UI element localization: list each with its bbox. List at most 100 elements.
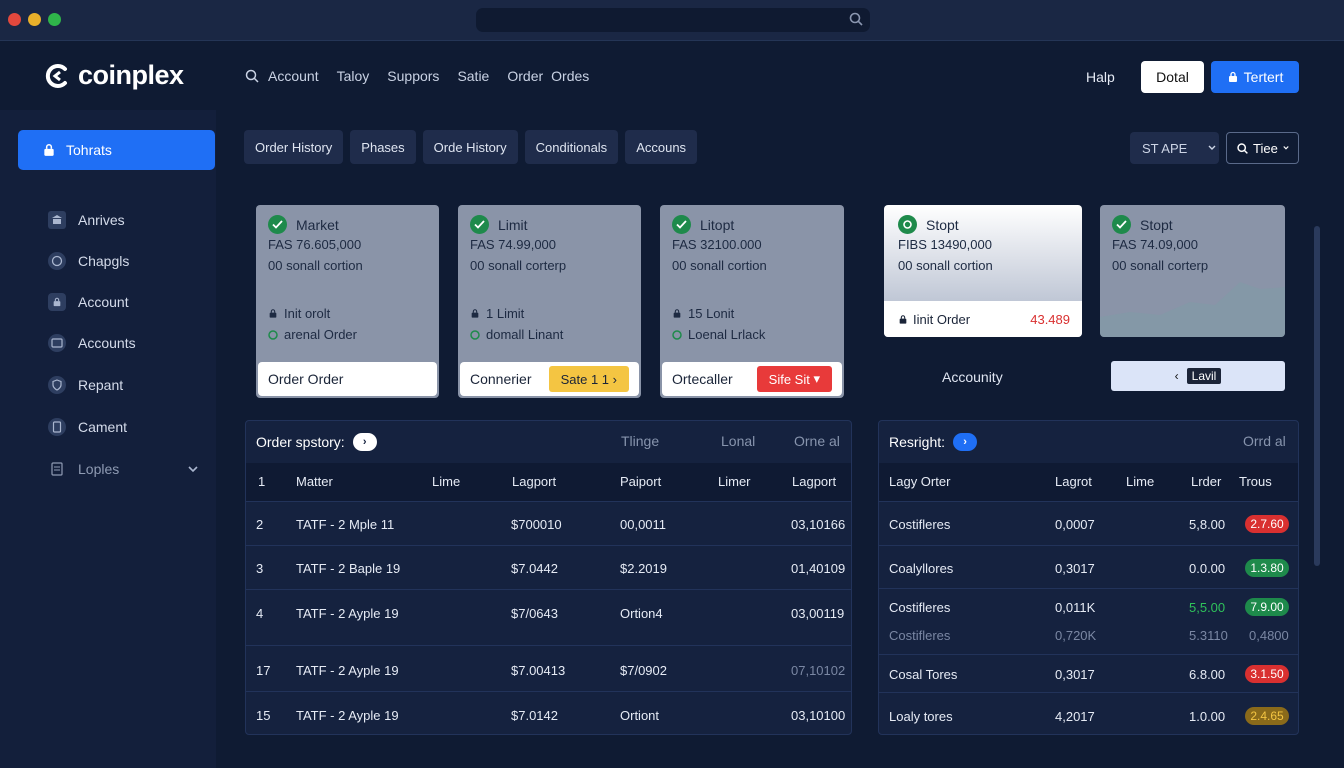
- accountly-label: Accounity: [942, 369, 1003, 385]
- window-titlebar: [0, 0, 1344, 41]
- chevron-down-icon[interactable]: [187, 464, 199, 474]
- limit-order-bar[interactable]: Iinit Order 43.489: [884, 301, 1082, 337]
- minimize-window-button[interactable]: [28, 13, 41, 26]
- card-lock-text: 1 Limit: [486, 306, 525, 321]
- tertert-button[interactable]: Tertert: [1211, 61, 1299, 93]
- row-sub-trous: 0,4800: [1249, 628, 1289, 643]
- sidebar-item-repant[interactable]: Repant: [48, 375, 123, 395]
- table-row[interactable]: 3 TATF - 2 Baple 19 $7.0442 $2.2019 01,4…: [246, 545, 851, 589]
- col-lagrot[interactable]: Lagrot: [1055, 474, 1092, 489]
- coinplex-logo-icon: [45, 63, 67, 88]
- sidebar-item-anrives[interactable]: Anrives: [48, 210, 125, 230]
- sidebar-item-account[interactable]: Account: [48, 292, 129, 312]
- order-card-litopt[interactable]: Litopt FAS 32100.000 00 sonall cortion 1…: [660, 205, 844, 398]
- radio-icon: [672, 329, 682, 340]
- row-lrder: 6.8.00: [1189, 667, 1226, 682]
- sidebar-item-tohrats[interactable]: Tohrats: [18, 130, 215, 170]
- card-footer-label: Order Order: [268, 371, 344, 387]
- row-lrder: 1.0.00: [1189, 709, 1226, 724]
- table-row[interactable]: Costifleres 0,0007 5,8.00 2.7.60: [879, 501, 1298, 545]
- table-row[interactable]: Cosal Tores 0,3017 6.8.00 3.1.50: [879, 654, 1298, 692]
- maximize-window-button[interactable]: [48, 13, 61, 26]
- table-row[interactable]: Costifleres 0,011K 5,5.00 7.9.00 Costifl…: [879, 588, 1298, 654]
- col-paiport[interactable]: Paiport: [620, 474, 661, 489]
- col-lime[interactable]: Lime: [1126, 474, 1154, 489]
- col-header-lonal[interactable]: Lonal: [721, 433, 755, 449]
- sate-button[interactable]: Sate 1 1 ›: [548, 366, 629, 392]
- lavil-label: Lavil: [1186, 368, 1222, 384]
- card-title: Stopt: [926, 216, 959, 233]
- row-paiport: Ortiont: [620, 708, 660, 723]
- resright-panel: Resright: › Orrd al Lagy Orter Lagrot Li…: [878, 420, 1299, 735]
- chevron-right-icon[interactable]: ›: [953, 433, 978, 451]
- row-number: 3: [256, 561, 264, 576]
- col-lagport[interactable]: Lagport: [512, 474, 556, 489]
- table-row[interactable]: 2 TATF - 2 Mple 11 $700010 00,0011 03,10…: [246, 501, 851, 545]
- tab-order-history[interactable]: Order History: [244, 130, 344, 164]
- row-lagrot: 4,2017: [1055, 709, 1095, 724]
- row-name: Cosal Tores: [889, 667, 958, 682]
- tab-accouns[interactable]: Accouns: [625, 130, 698, 164]
- nav-taloy[interactable]: Taloy: [337, 68, 370, 84]
- nav-ordes[interactable]: Ordes: [551, 68, 589, 84]
- search-icon[interactable]: [244, 68, 260, 84]
- card-desc: 00 sonall cortion: [672, 258, 767, 273]
- tab-orde-history[interactable]: Orde History: [422, 130, 518, 164]
- order-card-market[interactable]: Market FAS 76.605,000 00 sonall cortion …: [256, 205, 439, 398]
- table-row[interactable]: 17 TATF - 2 Ayple 19 $7.00413 $7/0902 07…: [246, 645, 851, 691]
- row-number: 15: [256, 708, 271, 723]
- help-link[interactable]: Halp: [1086, 69, 1115, 85]
- close-window-button[interactable]: [8, 13, 21, 26]
- col-limer[interactable]: Limer: [718, 474, 751, 489]
- col-header-tlinge[interactable]: Tlinge: [621, 433, 659, 449]
- col-matter[interactable]: Matter: [296, 474, 333, 489]
- nav-order[interactable]: Order: [507, 68, 543, 84]
- stape-select[interactable]: ST APE: [1130, 132, 1219, 164]
- card-price: FIBS 13490,000: [898, 237, 992, 252]
- chevron-left-icon: ‹: [1174, 369, 1179, 383]
- col-header-orne[interactable]: Orne al: [794, 433, 840, 449]
- row-lagport-2: 03,10166: [791, 517, 846, 532]
- nav-suppors[interactable]: Suppors: [387, 68, 439, 84]
- nav-satie[interactable]: Satie: [457, 68, 489, 84]
- card-price: FAS 74.99,000: [470, 237, 557, 252]
- sife-button[interactable]: Sife Sit ▾: [756, 366, 832, 392]
- table-row[interactable]: Loaly tores 4,2017 1.0.00 2.4.65: [879, 692, 1298, 734]
- stop-card-2[interactable]: Stopt FAS 74.09,000 00 sonall corterp: [1100, 205, 1285, 337]
- sidebar-item-chapgls[interactable]: Chapgls: [48, 251, 129, 271]
- chevron-down-icon: [1283, 146, 1289, 150]
- sidebar-item-cament[interactable]: Cament: [48, 417, 127, 437]
- col-trous[interactable]: Trous: [1239, 474, 1272, 489]
- dotal-button[interactable]: Dotal: [1141, 61, 1204, 93]
- col-header-orrd[interactable]: Orrd al: [1243, 433, 1286, 449]
- col-lagy-orter[interactable]: Lagy Orter: [889, 474, 950, 489]
- row-paiport: $2.2019: [620, 561, 667, 576]
- card-footer-label: Connerier: [470, 371, 532, 387]
- col-lrder[interactable]: Lrder: [1191, 474, 1221, 489]
- card-footer[interactable]: Order Order: [258, 362, 437, 396]
- card-price: FAS 76.605,000: [268, 237, 362, 252]
- col-lagport-2[interactable]: Lagport: [792, 474, 836, 489]
- row-paiport: $7/0902: [620, 663, 667, 678]
- card-title: Stopt: [1140, 216, 1173, 233]
- chevron-right-icon[interactable]: ›: [352, 433, 377, 451]
- order-card-limit[interactable]: Limit FAS 74.99,000 00 sonall corterp 1 …: [458, 205, 641, 398]
- tab-conditionals[interactable]: Conditionals: [524, 130, 619, 164]
- stop-card-1[interactable]: Stopt FIBS 13490,000 00 sonall cortion I…: [884, 205, 1082, 337]
- tab-phases[interactable]: Phases: [350, 130, 416, 164]
- col-lime[interactable]: Lime: [432, 474, 460, 489]
- row-lagport: $7/0643: [511, 606, 558, 621]
- lavil-button[interactable]: ‹ Lavil: [1111, 361, 1285, 391]
- sidebar-item-loples[interactable]: Loples: [48, 459, 119, 479]
- app-logo[interactable]: coinplex: [42, 60, 184, 91]
- address-bar[interactable]: [476, 8, 870, 32]
- scrollbar[interactable]: [1314, 226, 1320, 566]
- sidebar-item-label: Accounts: [78, 335, 136, 351]
- tiee-select[interactable]: Tiee: [1226, 132, 1299, 164]
- table-row[interactable]: Coalyllores 0,3017 0.0.00 1.3.80: [879, 545, 1298, 588]
- table-row[interactable]: 4 TATF - 2 Ayple 19 $7/0643 Ortion4 03,0…: [246, 589, 851, 645]
- nav-account[interactable]: Account: [268, 68, 319, 84]
- card-desc: 00 sonall cortion: [898, 258, 993, 273]
- sidebar-item-accounts[interactable]: Accounts: [48, 333, 136, 353]
- table-row[interactable]: 15 TATF - 2 Ayple 19 $7.0142 Ortiont 03,…: [246, 691, 851, 734]
